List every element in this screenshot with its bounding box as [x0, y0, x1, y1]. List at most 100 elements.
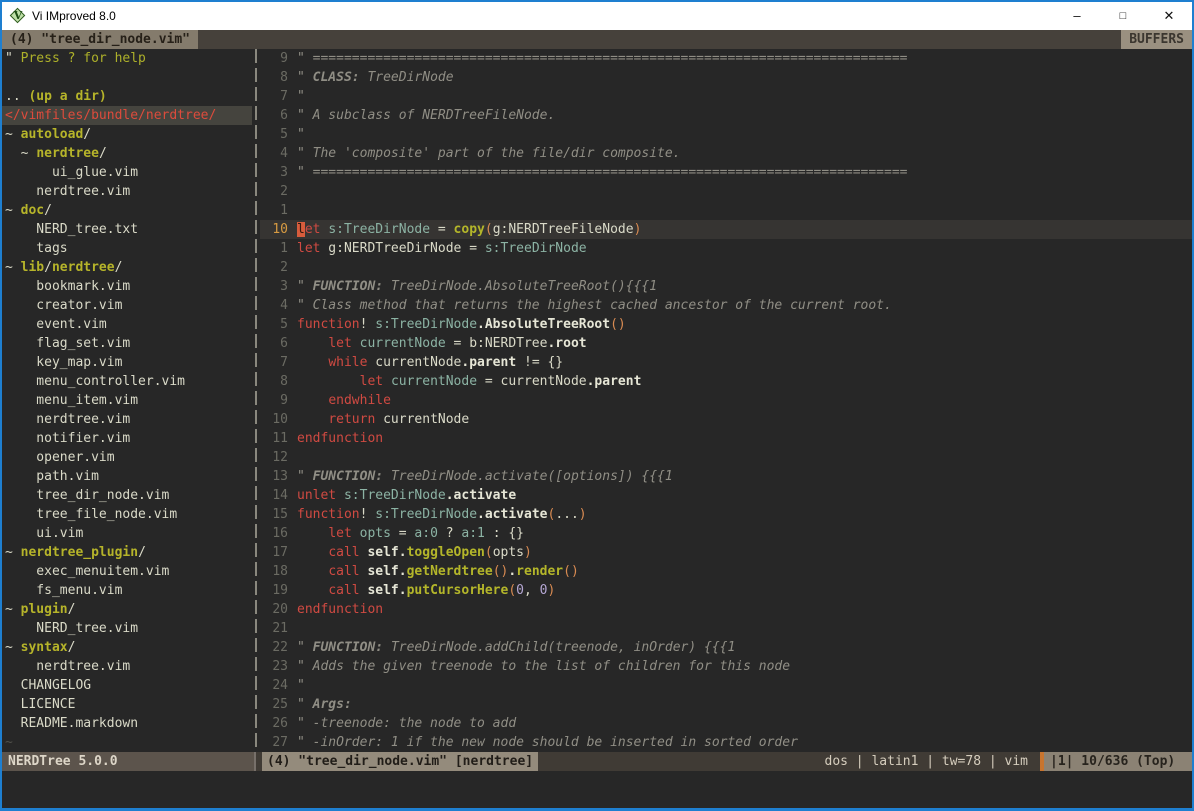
code-line[interactable]: 17 call self.toggleOpen(opts) [260, 543, 1192, 562]
code-line[interactable]: 5" [260, 125, 1192, 144]
code-line[interactable]: 1let g:NERDTreeDirNode = s:TreeDirNode [260, 239, 1192, 258]
code-line-current[interactable]: 10let s:TreeDirNode = copy(g:NERDTreeFil… [260, 220, 1192, 239]
code-line[interactable]: 25" Args: [260, 695, 1192, 714]
code-line[interactable]: 6" A subclass of NERDTreeFileNode. [260, 106, 1192, 125]
tree-item[interactable]: NERD_tree.vim [5, 619, 252, 638]
code-line[interactable]: 10 return currentNode [260, 410, 1192, 429]
tree-item[interactable]: ~ syntax/ [5, 638, 252, 657]
statusline-nerdtree: NERDTree 5.0.0 [2, 752, 254, 771]
tree-item[interactable]: notifier.vim [5, 429, 252, 448]
code-line[interactable]: 1 [260, 201, 1192, 220]
tree-item[interactable]: ui_glue.vim [5, 163, 252, 182]
code-line[interactable]: 26" -treenode: the node to add [260, 714, 1192, 733]
tree-item[interactable]: NERD_tree.txt [5, 220, 252, 239]
line-number: 16 [262, 524, 288, 543]
tree-item[interactable]: LICENCE [5, 695, 252, 714]
line-number: 8 [262, 68, 288, 87]
line-number: 2 [262, 182, 288, 201]
tree-item[interactable]: flag_set.vim [5, 334, 252, 353]
tree-item[interactable]: ~ nerdtree_plugin/ [5, 543, 252, 562]
code-line[interactable]: 13" FUNCTION: TreeDirNode.activate([opti… [260, 467, 1192, 486]
code-line[interactable]: 3" =====================================… [260, 163, 1192, 182]
close-button[interactable]: ✕ [1146, 2, 1192, 30]
code-line[interactable]: 3" FUNCTION: TreeDirNode.AbsoluteTreeRoo… [260, 277, 1192, 296]
code-line[interactable]: 18 call self.getNerdtree().render() [260, 562, 1192, 581]
tab-tree-dir-node[interactable]: (4) "tree_dir_node.vim" [2, 30, 198, 49]
statusline-ruler: |1| 10/636 (Top) [1044, 752, 1192, 771]
tree-item[interactable]: nerdtree.vim [5, 657, 252, 676]
tree-item[interactable]: ~ plugin/ [5, 600, 252, 619]
tree-item[interactable]: key_map.vim [5, 353, 252, 372]
tree-item[interactable]: README.markdown [5, 714, 252, 733]
line-number: 15 [262, 505, 288, 524]
code-line[interactable]: 7" [260, 87, 1192, 106]
code-line[interactable]: 16 let opts = a:0 ? a:1 : {} [260, 524, 1192, 543]
tree-item[interactable]: tree_file_node.vim [5, 505, 252, 524]
line-number: 7 [262, 353, 288, 372]
code-line[interactable]: 14unlet s:TreeDirNode.activate [260, 486, 1192, 505]
tree-item[interactable]: event.vim [5, 315, 252, 334]
tree-item[interactable]: exec_menuitem.vim [5, 562, 252, 581]
code-line[interactable]: 23" Adds the given treenode to the list … [260, 657, 1192, 676]
minimize-button[interactable]: – [1054, 2, 1100, 30]
tree-item[interactable]: ~ nerdtree/ [5, 144, 252, 163]
code-line[interactable]: 27" -inOrder: 1 if the new node should b… [260, 733, 1192, 752]
code-line[interactable]: 22" FUNCTION: TreeDirNode.addChild(treen… [260, 638, 1192, 657]
tree-item[interactable]: .. (up a dir) [5, 87, 252, 106]
tree-item[interactable]: ui.vim [5, 524, 252, 543]
line-number: 23 [262, 657, 288, 676]
tree-item[interactable]: creator.vim [5, 296, 252, 315]
code-line[interactable]: 2 [260, 258, 1192, 277]
code-line[interactable]: 21 [260, 619, 1192, 638]
tree-item[interactable]: " Press ? for help [5, 49, 252, 68]
code-line[interactable]: 4" The 'composite' part of the file/dir … [260, 144, 1192, 163]
vim-icon: V [10, 8, 26, 24]
tree-item[interactable] [5, 68, 252, 87]
code-line[interactable]: 11endfunction [260, 429, 1192, 448]
code-line[interactable]: 7 while currentNode.parent != {} [260, 353, 1192, 372]
code-line[interactable]: 8 let currentNode = currentNode.parent [260, 372, 1192, 391]
line-number: 11 [262, 429, 288, 448]
tree-item[interactable]: nerdtree.vim [5, 410, 252, 429]
tree-item[interactable]: ~ autoload/ [5, 125, 252, 144]
tree-item[interactable]: tree_dir_node.vim [5, 486, 252, 505]
tree-item[interactable]: fs_menu.vim [5, 581, 252, 600]
tree-item[interactable]: path.vim [5, 467, 252, 486]
statusline: NERDTree 5.0.0 (4) "tree_dir_node.vim" [… [2, 752, 1192, 771]
tree-item[interactable]: ~ doc/ [5, 201, 252, 220]
code-line[interactable]: 24" [260, 676, 1192, 695]
code-line[interactable]: 19 call self.putCursorHere(0, 0) [260, 581, 1192, 600]
code-line[interactable]: 6 let currentNode = b:NERDTree.root [260, 334, 1192, 353]
line-number: 9 [262, 391, 288, 410]
code-line[interactable]: 4" Class method that returns the highest… [260, 296, 1192, 315]
maximize-button[interactable]: □ [1100, 2, 1146, 30]
command-line[interactable] [2, 771, 1192, 808]
tree-item[interactable]: menu_item.vim [5, 391, 252, 410]
tree-item[interactable]: CHANGELOG [5, 676, 252, 695]
tree-root-item[interactable]: </vimfiles/bundle/nerdtree/ [2, 106, 252, 125]
code-line[interactable]: 12 [260, 448, 1192, 467]
code-line[interactable]: 15function! s:TreeDirNode.activate(...) [260, 505, 1192, 524]
tree-item[interactable]: ~ lib/nerdtree/ [5, 258, 252, 277]
code-line[interactable]: 2 [260, 182, 1192, 201]
code-line[interactable]: 20endfunction [260, 600, 1192, 619]
tree-item[interactable]: nerdtree.vim [5, 182, 252, 201]
line-number: 3 [262, 277, 288, 296]
code-line[interactable]: 5function! s:TreeDirNode.AbsoluteTreeRoo… [260, 315, 1192, 334]
tree-item[interactable]: menu_controller.vim [5, 372, 252, 391]
buffers-label[interactable]: BUFFERS [1121, 30, 1192, 49]
tree-item[interactable]: opener.vim [5, 448, 252, 467]
line-number: 14 [262, 486, 288, 505]
window-separator[interactable] [252, 49, 260, 752]
code-line[interactable]: 9 endwhile [260, 391, 1192, 410]
code-line[interactable]: 9" =====================================… [260, 49, 1192, 68]
line-number: 9 [262, 49, 288, 68]
code-line[interactable]: 8" CLASS: TreeDirNode [260, 68, 1192, 87]
line-number: 7 [262, 87, 288, 106]
tree-item[interactable]: bookmark.vim [5, 277, 252, 296]
tree-item[interactable]: ~ [5, 733, 252, 752]
line-number: 4 [262, 296, 288, 315]
nerdtree-panel: " Press ? for help .. (up a dir)</vimfile… [2, 49, 252, 752]
tree-item[interactable]: tags [5, 239, 252, 258]
line-number: 1 [262, 201, 288, 220]
